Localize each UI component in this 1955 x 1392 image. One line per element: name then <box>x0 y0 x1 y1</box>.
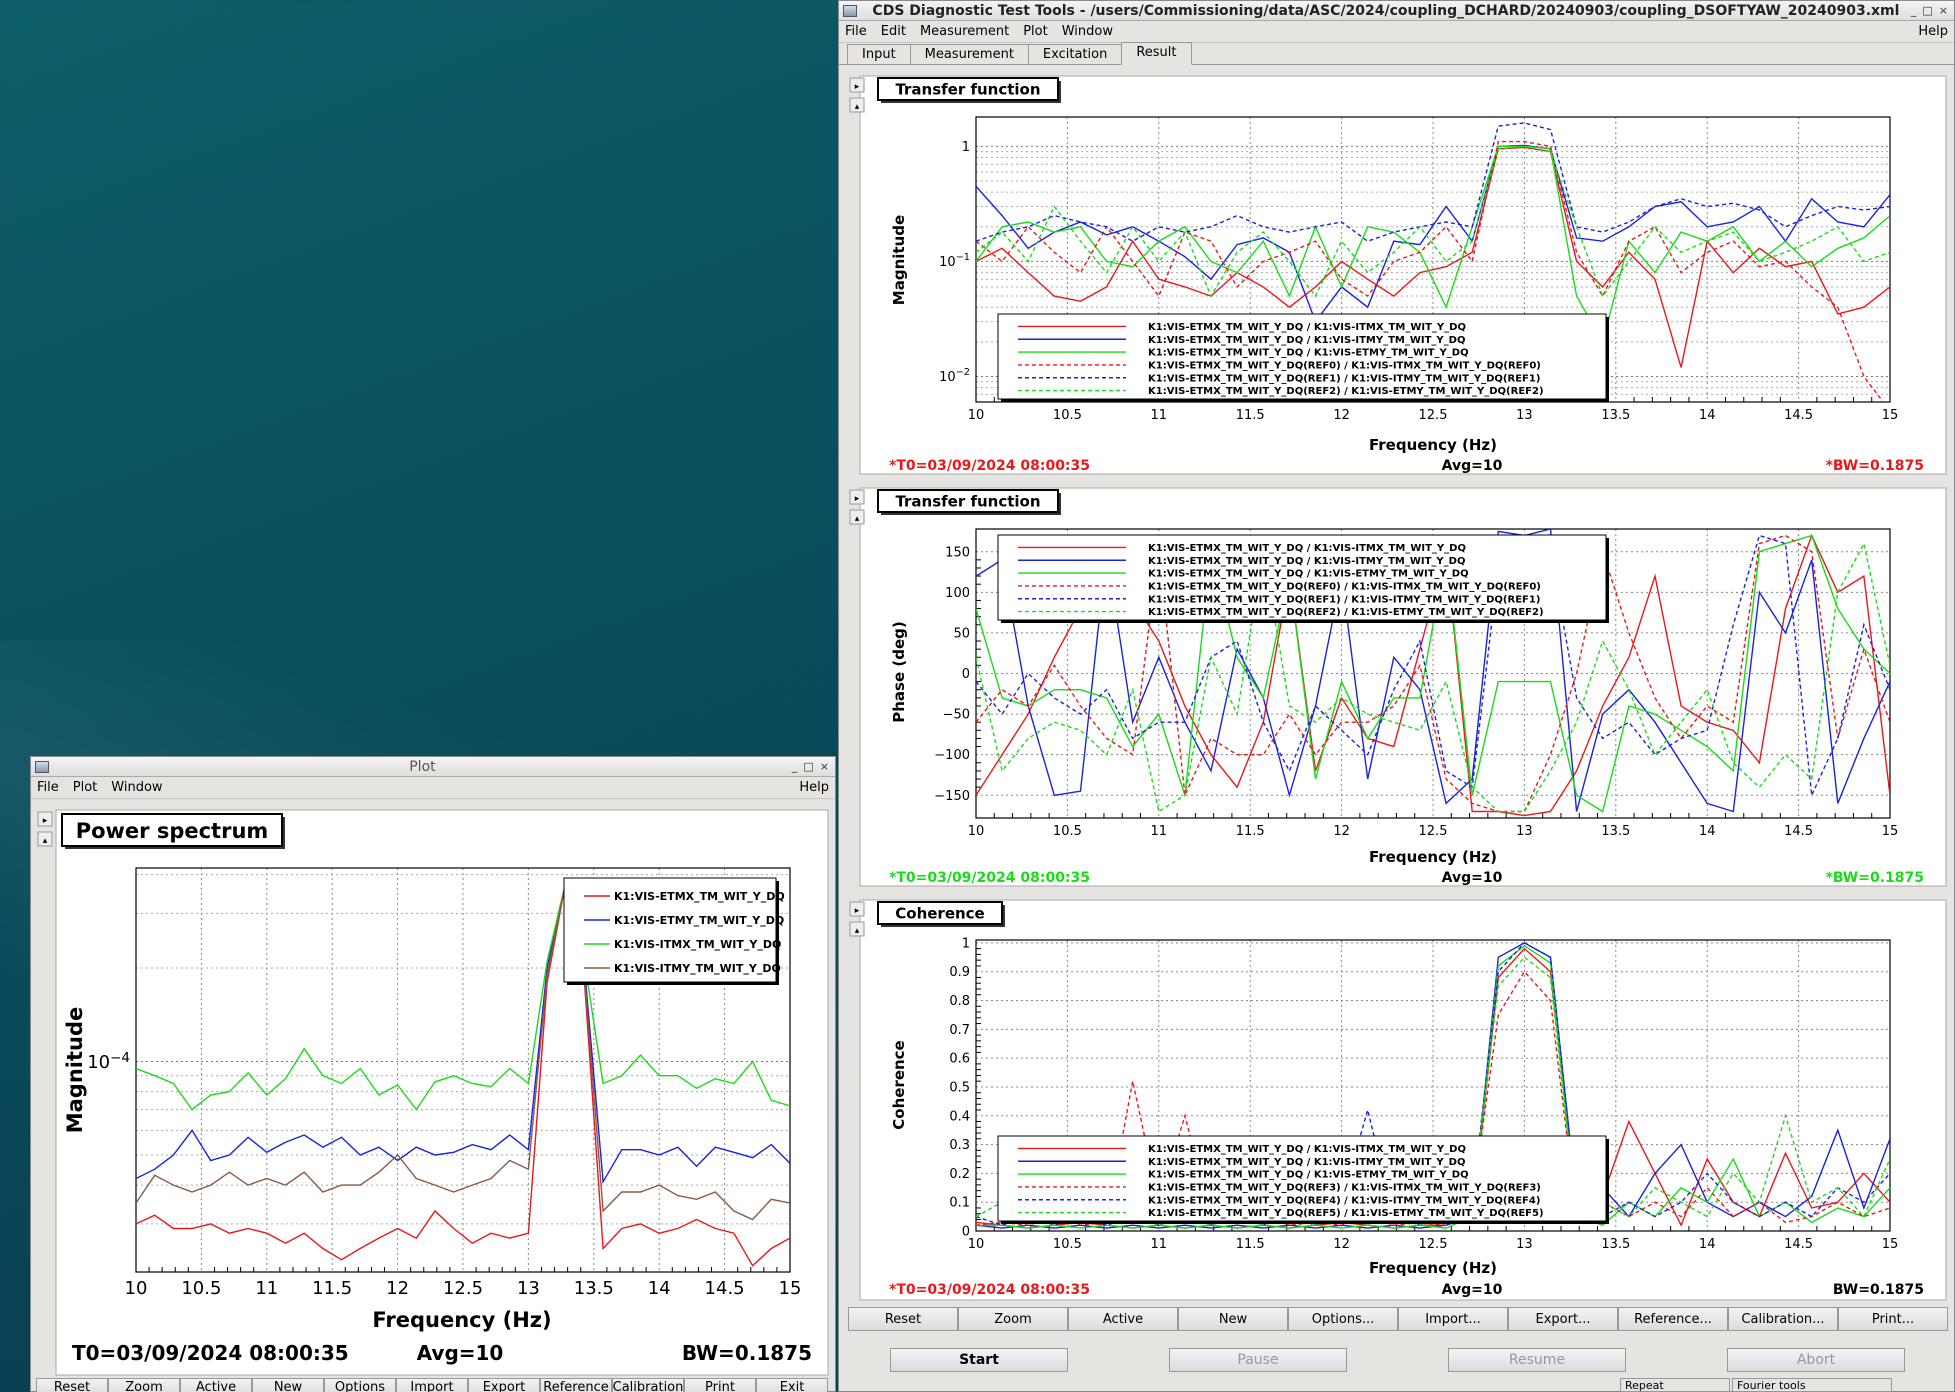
plot-app-icon <box>35 760 49 773</box>
main-window-title: CDS Diagnostic Test Tools - /users/Commi… <box>872 2 1900 19</box>
main-reset-button[interactable]: Reset <box>848 1307 958 1331</box>
close-icon[interactable]: × <box>1939 4 1948 17</box>
menu-window[interactable]: Window <box>1062 24 1113 39</box>
minimize-icon[interactable]: _ <box>1911 4 1917 17</box>
main-tabs: Input Measurement Excitation Result <box>839 42 1954 65</box>
plot-maximize-icon[interactable]: □ <box>803 760 813 773</box>
plot-close-icon[interactable]: × <box>820 760 829 773</box>
resume-button[interactable]: Resume <box>1448 1348 1626 1372</box>
plot-active-button[interactable]: Active <box>180 1378 252 1392</box>
plot-titlebar[interactable]: Plot _ □ × <box>31 757 835 777</box>
plot-import-button[interactable]: Import <box>396 1378 468 1392</box>
plot-menubar: File Plot Window Help <box>31 777 835 799</box>
main-reference-button[interactable]: Reference... <box>1618 1307 1728 1331</box>
menu-measurement[interactable]: Measurement <box>920 24 1009 39</box>
main-new-button[interactable]: New <box>1178 1307 1288 1331</box>
menu-edit[interactable]: Edit <box>881 24 906 39</box>
main-export-button[interactable]: Export... <box>1508 1307 1618 1331</box>
plot-menu-help[interactable]: Help <box>799 780 829 795</box>
main-menubar: File Edit Measurement Plot Window Help <box>839 21 1954 43</box>
plot-exit-button[interactable]: Exit <box>756 1378 828 1392</box>
main-import-button[interactable]: Import... <box>1398 1307 1508 1331</box>
menu-help[interactable]: Help <box>1918 24 1948 39</box>
plot-reset-button[interactable]: Reset <box>36 1378 108 1392</box>
cds-main-window: CDS Diagnostic Test Tools - /users/Commi… <box>838 0 1955 1392</box>
plot-minimize-icon[interactable]: _ <box>792 760 798 773</box>
tab-result[interactable]: Result <box>1121 42 1192 65</box>
plot-menu-plot[interactable]: Plot <box>73 780 98 795</box>
plot-print-button[interactable]: Print <box>684 1378 756 1392</box>
plot-window-title: Plot <box>409 758 436 775</box>
main-titlebar[interactable]: CDS Diagnostic Test Tools - /users/Commi… <box>839 1 1954 21</box>
main-zoom-button[interactable]: Zoom <box>958 1307 1068 1331</box>
tab-input[interactable]: Input <box>847 44 911 64</box>
app-icon <box>843 4 857 17</box>
maximize-icon[interactable]: □ <box>1922 4 1932 17</box>
abort-button[interactable]: Abort <box>1727 1348 1905 1372</box>
main-options-button[interactable]: Options... <box>1288 1307 1398 1331</box>
tab-measurement[interactable]: Measurement <box>909 44 1029 64</box>
plot-reference-button[interactable]: Reference <box>540 1378 612 1392</box>
main-calibration-button[interactable]: Calibration... <box>1728 1307 1838 1331</box>
tab-excitation[interactable]: Excitation <box>1027 44 1123 64</box>
plot-zoom-button[interactable]: Zoom <box>108 1378 180 1392</box>
plot-options-button[interactable]: Options <box>324 1378 396 1392</box>
plot-menu-file[interactable]: File <box>37 780 59 795</box>
pause-button[interactable]: Pause <box>1169 1348 1347 1372</box>
status-fourier-tools: Fourier tools <box>1732 1378 1892 1392</box>
plot-menu-window[interactable]: Window <box>111 780 162 795</box>
start-button[interactable]: Start <box>890 1348 1068 1372</box>
menu-plot[interactable]: Plot <box>1023 24 1048 39</box>
menu-file[interactable]: File <box>845 24 867 39</box>
plot-window-buttons: Reset Zoom Active New Options Import Export Ref… <box>36 1378 828 1392</box>
main-print-button[interactable]: Print... <box>1838 1307 1948 1331</box>
main-active-button[interactable]: Active <box>1068 1307 1178 1331</box>
status-repeat: Repeat <box>1620 1378 1730 1392</box>
plot-window: Plot _ □ × File Plot Window Help <box>30 756 836 1392</box>
plot-calibration-button[interactable]: Calibration <box>612 1378 684 1392</box>
main-plot-buttons: Reset Zoom Active New Options... Import... Exp… <box>848 1307 1948 1331</box>
plot-new-button[interactable]: New <box>252 1378 324 1392</box>
plot-export-button[interactable]: Export <box>468 1378 540 1392</box>
